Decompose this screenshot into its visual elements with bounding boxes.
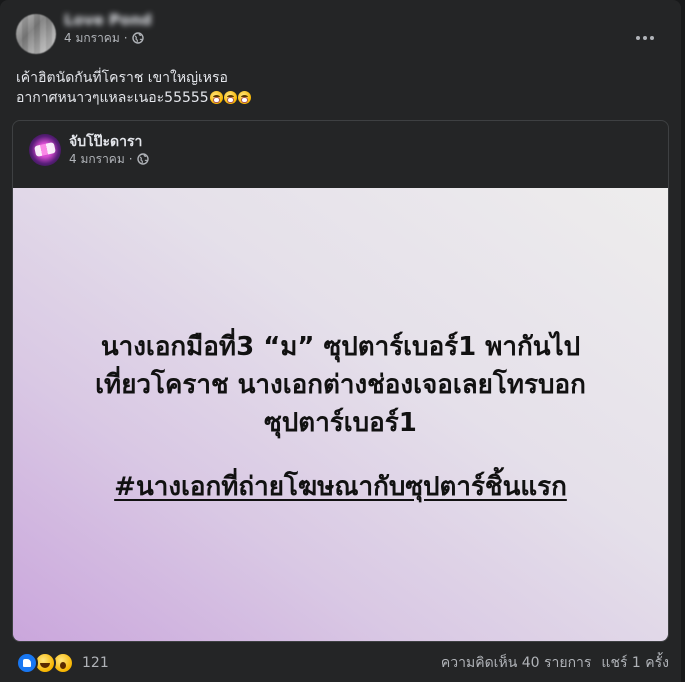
shared-image[interactable]: นางเอกมือที่3 “ม” ซุปตาร์เบอร์1 พากันไป … (13, 188, 668, 641)
scream-emoji-icon (237, 91, 251, 104)
page-name[interactable]: จับโป๊ะดารา (69, 133, 149, 151)
post-text-line-1: เค้าฮิตนัดกันที่โคราช เขาใหญ่เหรอ (16, 70, 228, 86)
post-header: Love Pond 4 มกราคม · (16, 11, 152, 54)
shares-count[interactable]: แชร์ 1 ครั้ง (601, 652, 669, 674)
post-text-line-2-wrap: อากาศหนาวๆแหละเนอะ55555 (16, 88, 251, 108)
author-avatar[interactable] (16, 14, 56, 54)
globe-icon[interactable] (136, 153, 149, 165)
image-caption-line-3: ซุปตาร์เบอร์1 (264, 408, 417, 438)
post-stats: ความคิดเห็น 40 รายการ แชร์ 1 ครั้ง (441, 652, 669, 674)
post-footer: 121 ความคิดเห็น 40 รายการ แชร์ 1 ครั้ง (16, 652, 669, 674)
reactions-summary[interactable]: 121 (16, 652, 109, 674)
post-body: เค้าฮิตนัดกันที่โคราช เขาใหญ่เหรอ อากาศห… (16, 68, 251, 108)
image-caption-line-1: นางเอกมือที่3 “ม” ซุปตาร์เบอร์1 พากันไป (100, 332, 581, 362)
shared-timestamp[interactable]: 4 มกราคม (69, 151, 125, 167)
shared-post-header: จับโป๊ะดารา 4 มกราคม · (29, 133, 149, 167)
shared-post[interactable]: จับโป๊ะดารา 4 มกราคม · นางเอกมือที่3 “ม”… (12, 120, 669, 642)
scream-emoji-icon (209, 91, 223, 104)
image-caption-line-2: เที่ยวโคราช นางเอกต่างช่องเจอเลยโทรบอก (95, 370, 586, 400)
post-header-text: Love Pond 4 มกราคม · (64, 11, 152, 46)
meta-separator: · (123, 31, 128, 45)
author-name[interactable]: Love Pond (64, 10, 152, 30)
post-meta: 4 มกราคม · (64, 30, 152, 46)
like-icon (16, 652, 38, 674)
more-dot-icon (643, 36, 647, 40)
comments-count[interactable]: ความคิดเห็น 40 รายการ (441, 652, 592, 674)
more-dot-icon (650, 36, 654, 40)
image-hashtag: #นางเอกที่ถ่ายโฆษณากับซุปตาร์ชิ้นแรก (114, 472, 567, 502)
image-caption: นางเอกมือที่3 “ม” ซุปตาร์เบอร์1 พากันไป … (13, 328, 668, 442)
reaction-count[interactable]: 121 (82, 655, 109, 671)
post-card: Love Pond 4 มกราคม · เค้าฮิตนัดกันที่โคร… (0, 0, 681, 682)
globe-icon[interactable] (131, 32, 144, 44)
shared-meta: 4 มกราคม · (69, 151, 149, 167)
shared-header-text: จับโป๊ะดารา 4 มกราคม · (69, 133, 149, 167)
post-text-line-2: อากาศหนาวๆแหละเนอะ55555 (16, 90, 209, 106)
post-timestamp[interactable]: 4 มกราคม (64, 30, 120, 46)
more-dot-icon (636, 36, 640, 40)
meta-separator: · (128, 152, 133, 166)
scream-emoji-icon (223, 91, 237, 104)
page-avatar[interactable] (29, 134, 61, 166)
more-options-button[interactable] (627, 24, 663, 52)
